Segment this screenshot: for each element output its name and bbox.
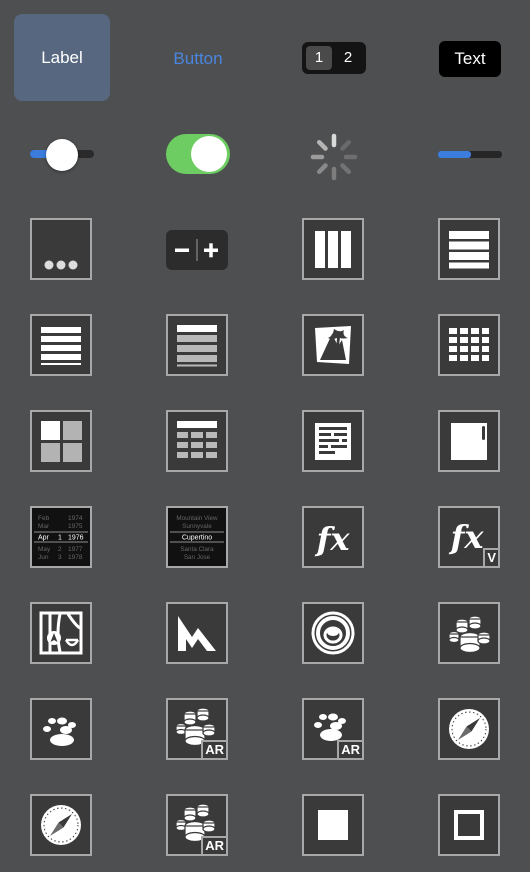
segment-1[interactable]: 1: [306, 46, 332, 70]
date-row-5-day: 3: [58, 554, 62, 561]
form-table-tile[interactable]: [166, 410, 228, 472]
stepper-widget[interactable]: [166, 230, 228, 270]
ar-scene-tile[interactable]: AR: [166, 794, 228, 856]
date-picker-icon: Feb 1974 Mar 1975 Apr 1 1976 May 2 1977 …: [34, 515, 88, 561]
metal-view-tile[interactable]: [166, 602, 228, 664]
stepper-icon: [175, 239, 218, 261]
columns-icon: [315, 231, 351, 268]
web-view-tile[interactable]: [30, 794, 92, 856]
ar-object-tile[interactable]: [302, 602, 364, 664]
text-view-icon: [315, 423, 351, 460]
date-row-4-month: May: [38, 546, 51, 553]
segment-2[interactable]: 2: [336, 46, 360, 70]
picker-item-5: San Jose: [184, 554, 211, 561]
particles-icon: [43, 717, 76, 746]
text-view-tile[interactable]: [302, 410, 364, 472]
ar-badge: AR: [337, 740, 364, 760]
ar-badge: AR: [201, 836, 228, 856]
date-row-1-year: 1974: [68, 515, 83, 522]
date-row-4-day: 2: [58, 546, 62, 553]
date-row-3-month: Apr: [38, 535, 50, 542]
stack-gray-icon: [177, 325, 217, 367]
compass-icon: [41, 805, 81, 845]
scenekit-icon: [448, 615, 491, 654]
activity-indicator-icon[interactable]: [308, 131, 360, 183]
ar-ring-icon: [311, 611, 355, 655]
more-tile[interactable]: [30, 218, 92, 280]
date-row-2-year: 1975: [68, 523, 83, 530]
variable-badge: V: [483, 548, 500, 568]
picker-item-2: Sunnyvale: [182, 523, 212, 530]
svg-text:fx: fx: [315, 520, 351, 558]
map-icon: [39, 611, 83, 655]
ar-particles-tile[interactable]: AR: [302, 698, 364, 760]
compass-icon: [449, 709, 489, 749]
picker-item-4: Santa Clara: [180, 546, 214, 553]
stack-view-tile[interactable]: [30, 314, 92, 376]
picker-item-3: Cupertino: [182, 535, 212, 542]
split-view-tile[interactable]: [30, 410, 92, 472]
image-palm-icon: [315, 326, 351, 364]
button-widget[interactable]: Button: [150, 49, 246, 69]
text-field-widget[interactable]: Text: [439, 41, 501, 77]
map-view-tile[interactable]: [30, 602, 92, 664]
formula-variable-tile[interactable]: fx V: [438, 506, 500, 568]
hollow-square-tile[interactable]: [438, 794, 500, 856]
split-grid-icon: [41, 421, 82, 462]
fx-icon: fx: [315, 520, 351, 558]
form-table-icon: [177, 421, 217, 458]
date-row-2-month: Mar: [38, 523, 50, 530]
slider-knob[interactable]: [46, 139, 78, 171]
filled-square-tile[interactable]: [302, 794, 364, 856]
picker-tile[interactable]: Mountain View Sunnyvale Cupertino Santa …: [166, 506, 228, 568]
grid-tile[interactable]: [438, 314, 500, 376]
date-row-5-month: Jun: [38, 554, 49, 561]
date-row-4-year: 1977: [68, 546, 83, 553]
date-row-1-month: Feb: [38, 515, 50, 522]
metal-icon: [178, 616, 216, 651]
grid-icon: [449, 328, 489, 361]
scroll-view-tile[interactable]: [438, 410, 500, 472]
progress-fill: [438, 151, 471, 158]
ar-scenekit-tile[interactable]: AR: [166, 698, 228, 760]
ellipsis-icon: [44, 260, 78, 270]
switch-knob: [191, 136, 227, 172]
column-view-tile[interactable]: [302, 218, 364, 280]
formula-tile[interactable]: fx: [302, 506, 364, 568]
scroll-view-icon: [451, 423, 487, 460]
stack-rows-icon: [41, 327, 81, 365]
scenekit-view-tile[interactable]: [438, 602, 500, 664]
filled-square-icon: [318, 810, 348, 840]
table-view-tile[interactable]: [438, 218, 500, 280]
date-picker-tile[interactable]: Feb 1974 Mar 1975 Apr 1 1976 May 2 1977 …: [30, 506, 92, 568]
date-row-3-year: 1976: [68, 535, 84, 542]
ar-badge: AR: [201, 740, 228, 760]
picker-icon: Mountain View Sunnyvale Cupertino Santa …: [170, 515, 224, 561]
svg-text:fx: fx: [449, 518, 485, 556]
date-row-5-year: 1978: [68, 554, 83, 561]
date-row-3-day: 1: [58, 535, 62, 542]
safari-view-tile[interactable]: [438, 698, 500, 760]
hollow-square-icon: [454, 810, 484, 840]
picker-item-1: Mountain View: [176, 515, 218, 522]
collection-view-tile[interactable]: [166, 314, 228, 376]
particles-tile[interactable]: [30, 698, 92, 760]
label-widget[interactable]: Label: [14, 48, 110, 68]
image-view-tile[interactable]: [302, 314, 364, 376]
list-rows-icon: [449, 231, 489, 269]
